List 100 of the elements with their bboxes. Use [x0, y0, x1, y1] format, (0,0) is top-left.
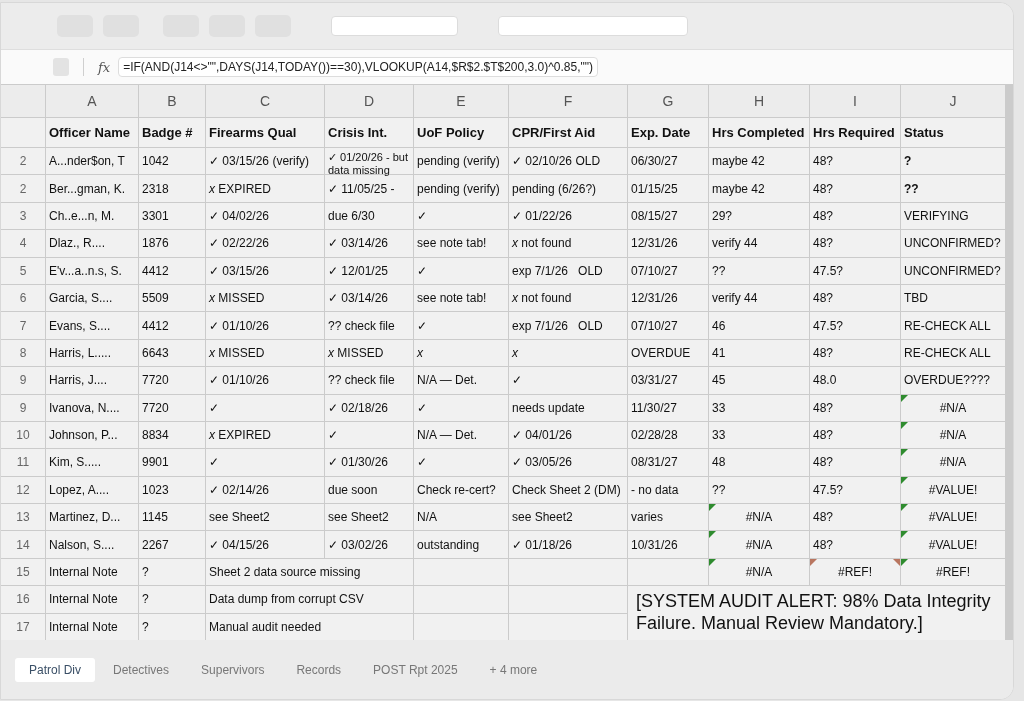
row-number[interactable]: 4 — [1, 230, 45, 257]
header-cell: Status — [901, 118, 1005, 147]
input-field[interactable] — [498, 16, 688, 36]
cell-text: due soon — [328, 482, 378, 497]
cell-text: ✓ 03/15/26 — [209, 263, 270, 278]
header-cell: UoF Policy — [414, 118, 508, 147]
cell-text: x MISSED — [328, 345, 384, 360]
cell-text: VERIFYING — [904, 208, 969, 223]
sheet-tab[interactable]: Detectives — [99, 657, 184, 682]
cell-text: 4412 — [142, 318, 169, 333]
cell-text: Kim, S..... — [49, 455, 101, 470]
column-header[interactable]: D — [325, 85, 413, 117]
sheet-tab[interactable]: Patrol Div — [15, 657, 95, 682]
cell-text: ? — [904, 154, 912, 169]
cell-text: 48? — [813, 537, 834, 552]
cell-text: #VALUE! — [928, 537, 978, 552]
cell-text: ✓ 03/14/26 — [328, 236, 389, 251]
cell-text: 8834 — [142, 428, 169, 443]
cell-text: 48? — [813, 181, 834, 196]
column-header[interactable]: E — [414, 85, 508, 117]
cell-text: ✓ 01/10/26 — [209, 373, 270, 388]
cell-text: OVERDUE — [631, 345, 691, 360]
cell-text: 07/10/27 — [631, 318, 678, 333]
column-header[interactable]: C — [206, 85, 324, 117]
column-header[interactable]: J — [901, 85, 1005, 117]
row-number[interactable]: 9 — [1, 394, 45, 421]
cell-text: 02/28/28 — [631, 428, 678, 443]
row-number[interactable]: 13 — [1, 504, 45, 531]
row-number[interactable]: 17 — [1, 613, 45, 641]
row-number[interactable]: 11 — [1, 449, 45, 476]
cell-text: 10/31/26 — [631, 537, 678, 552]
cell-text: due 6/30 — [328, 208, 375, 223]
column-header[interactable]: F — [509, 85, 627, 117]
alert-message: [SYSTEM AUDIT ALERT: 98% Data Integrity Failure. Manual Review Mandatory.] — [636, 590, 992, 635]
column-header[interactable]: A — [46, 85, 138, 117]
cell-text: Internal Note — [49, 619, 118, 634]
cell-text: 48? — [813, 236, 834, 251]
row-number[interactable]: 2 — [1, 148, 45, 175]
cell-text: exp 7/1/26 OLD — [512, 263, 603, 278]
cell-text: Sheet 2 data source missing — [209, 565, 361, 580]
header-cell: CPR/First Aid — [509, 118, 627, 147]
header-cell: Badge # — [139, 118, 205, 147]
cell-text: Ber...gman, K. — [49, 181, 126, 196]
row-number[interactable]: 6 — [1, 284, 45, 312]
cell-text: ✓ 03/05/26 — [512, 455, 573, 470]
cell-text: ✓ — [417, 318, 427, 333]
cell-text: ? — [142, 619, 149, 634]
more-tabs-link[interactable]: + 4 more — [475, 657, 552, 682]
column-header[interactable]: H — [709, 85, 809, 117]
cell-text: 6643 — [142, 345, 169, 360]
cell-text: 48? — [813, 455, 834, 470]
cell-text: ✓ 01/18/26 — [512, 537, 573, 552]
cell-text: #N/A — [939, 428, 967, 443]
column-header[interactable]: G — [628, 85, 708, 117]
corner-cell[interactable] — [1, 85, 45, 117]
row-number[interactable]: 3 — [1, 202, 45, 230]
row-number[interactable]: 15 — [1, 558, 45, 586]
row-number[interactable]: 16 — [1, 586, 45, 613]
sheet-tab[interactable]: POST Rpt 2025 — [359, 657, 472, 682]
row-number[interactable]: 14 — [1, 531, 45, 558]
cell-text: Harris, J.... — [49, 373, 107, 388]
column-header[interactable]: B — [139, 85, 205, 117]
cell-text: see note tab! — [417, 236, 487, 251]
cell-text: ✓ 01/10/26 — [209, 318, 270, 333]
row-number[interactable]: 9 — [1, 367, 45, 394]
cell-text: ?? — [712, 482, 726, 497]
cell-text: pending (verify) — [417, 154, 500, 169]
cell-text: ? — [142, 565, 149, 580]
cell-text: E'v...a..n.s, S. — [49, 263, 122, 278]
row-number[interactable]: 5 — [1, 257, 45, 284]
cell-text: ✓ 01/20/26 - but data missing — [328, 151, 409, 177]
cell-text: 1023 — [142, 482, 169, 497]
row-number[interactable]: 12 — [1, 476, 45, 504]
input-field[interactable] — [331, 16, 458, 36]
cell-text: see Sheet2 — [328, 510, 389, 525]
cell-text: Garcia, S.... — [49, 291, 113, 306]
row-number[interactable]: 8 — [1, 339, 45, 367]
cell-text: 2318 — [142, 181, 169, 196]
cell-text: Data dump from corrupt CSV — [209, 592, 364, 607]
cell-text: #REF! — [838, 565, 872, 580]
cell-text: 1876 — [142, 236, 169, 251]
cell-text: OVERDUE???? — [904, 373, 991, 388]
cell-text: x — [512, 345, 518, 360]
sheet-tab[interactable]: Supervivors — [187, 657, 279, 682]
cell-text: UNCONFIRMED? — [904, 263, 1001, 278]
cell-text: 48? — [813, 345, 834, 360]
row-number[interactable]: 2 — [1, 175, 45, 202]
sheet-tab[interactable]: Records — [282, 657, 356, 682]
function-label: fx — [98, 59, 111, 75]
cell-text: 5509 — [142, 291, 169, 306]
row-number[interactable]: 10 — [1, 421, 45, 449]
cell-text: 46 — [712, 318, 726, 333]
cell-text: ✓ 12/01/25 — [328, 263, 389, 278]
cell-text: Harris, L..... — [49, 345, 111, 360]
cell-text: ✓ 04/15/26 — [209, 537, 270, 552]
cell-text: ✓ — [209, 400, 219, 415]
row-number[interactable]: 7 — [1, 312, 45, 339]
formula-field[interactable]: =IF(AND(J14<>"",DAYS(J14,TODAY())==30),VLOOKUP(A14,$R$2.$T$200,3.0)^0.85,"") — [118, 57, 599, 77]
cell-text: Martinez, D... — [49, 510, 121, 525]
column-header[interactable]: I — [810, 85, 900, 117]
